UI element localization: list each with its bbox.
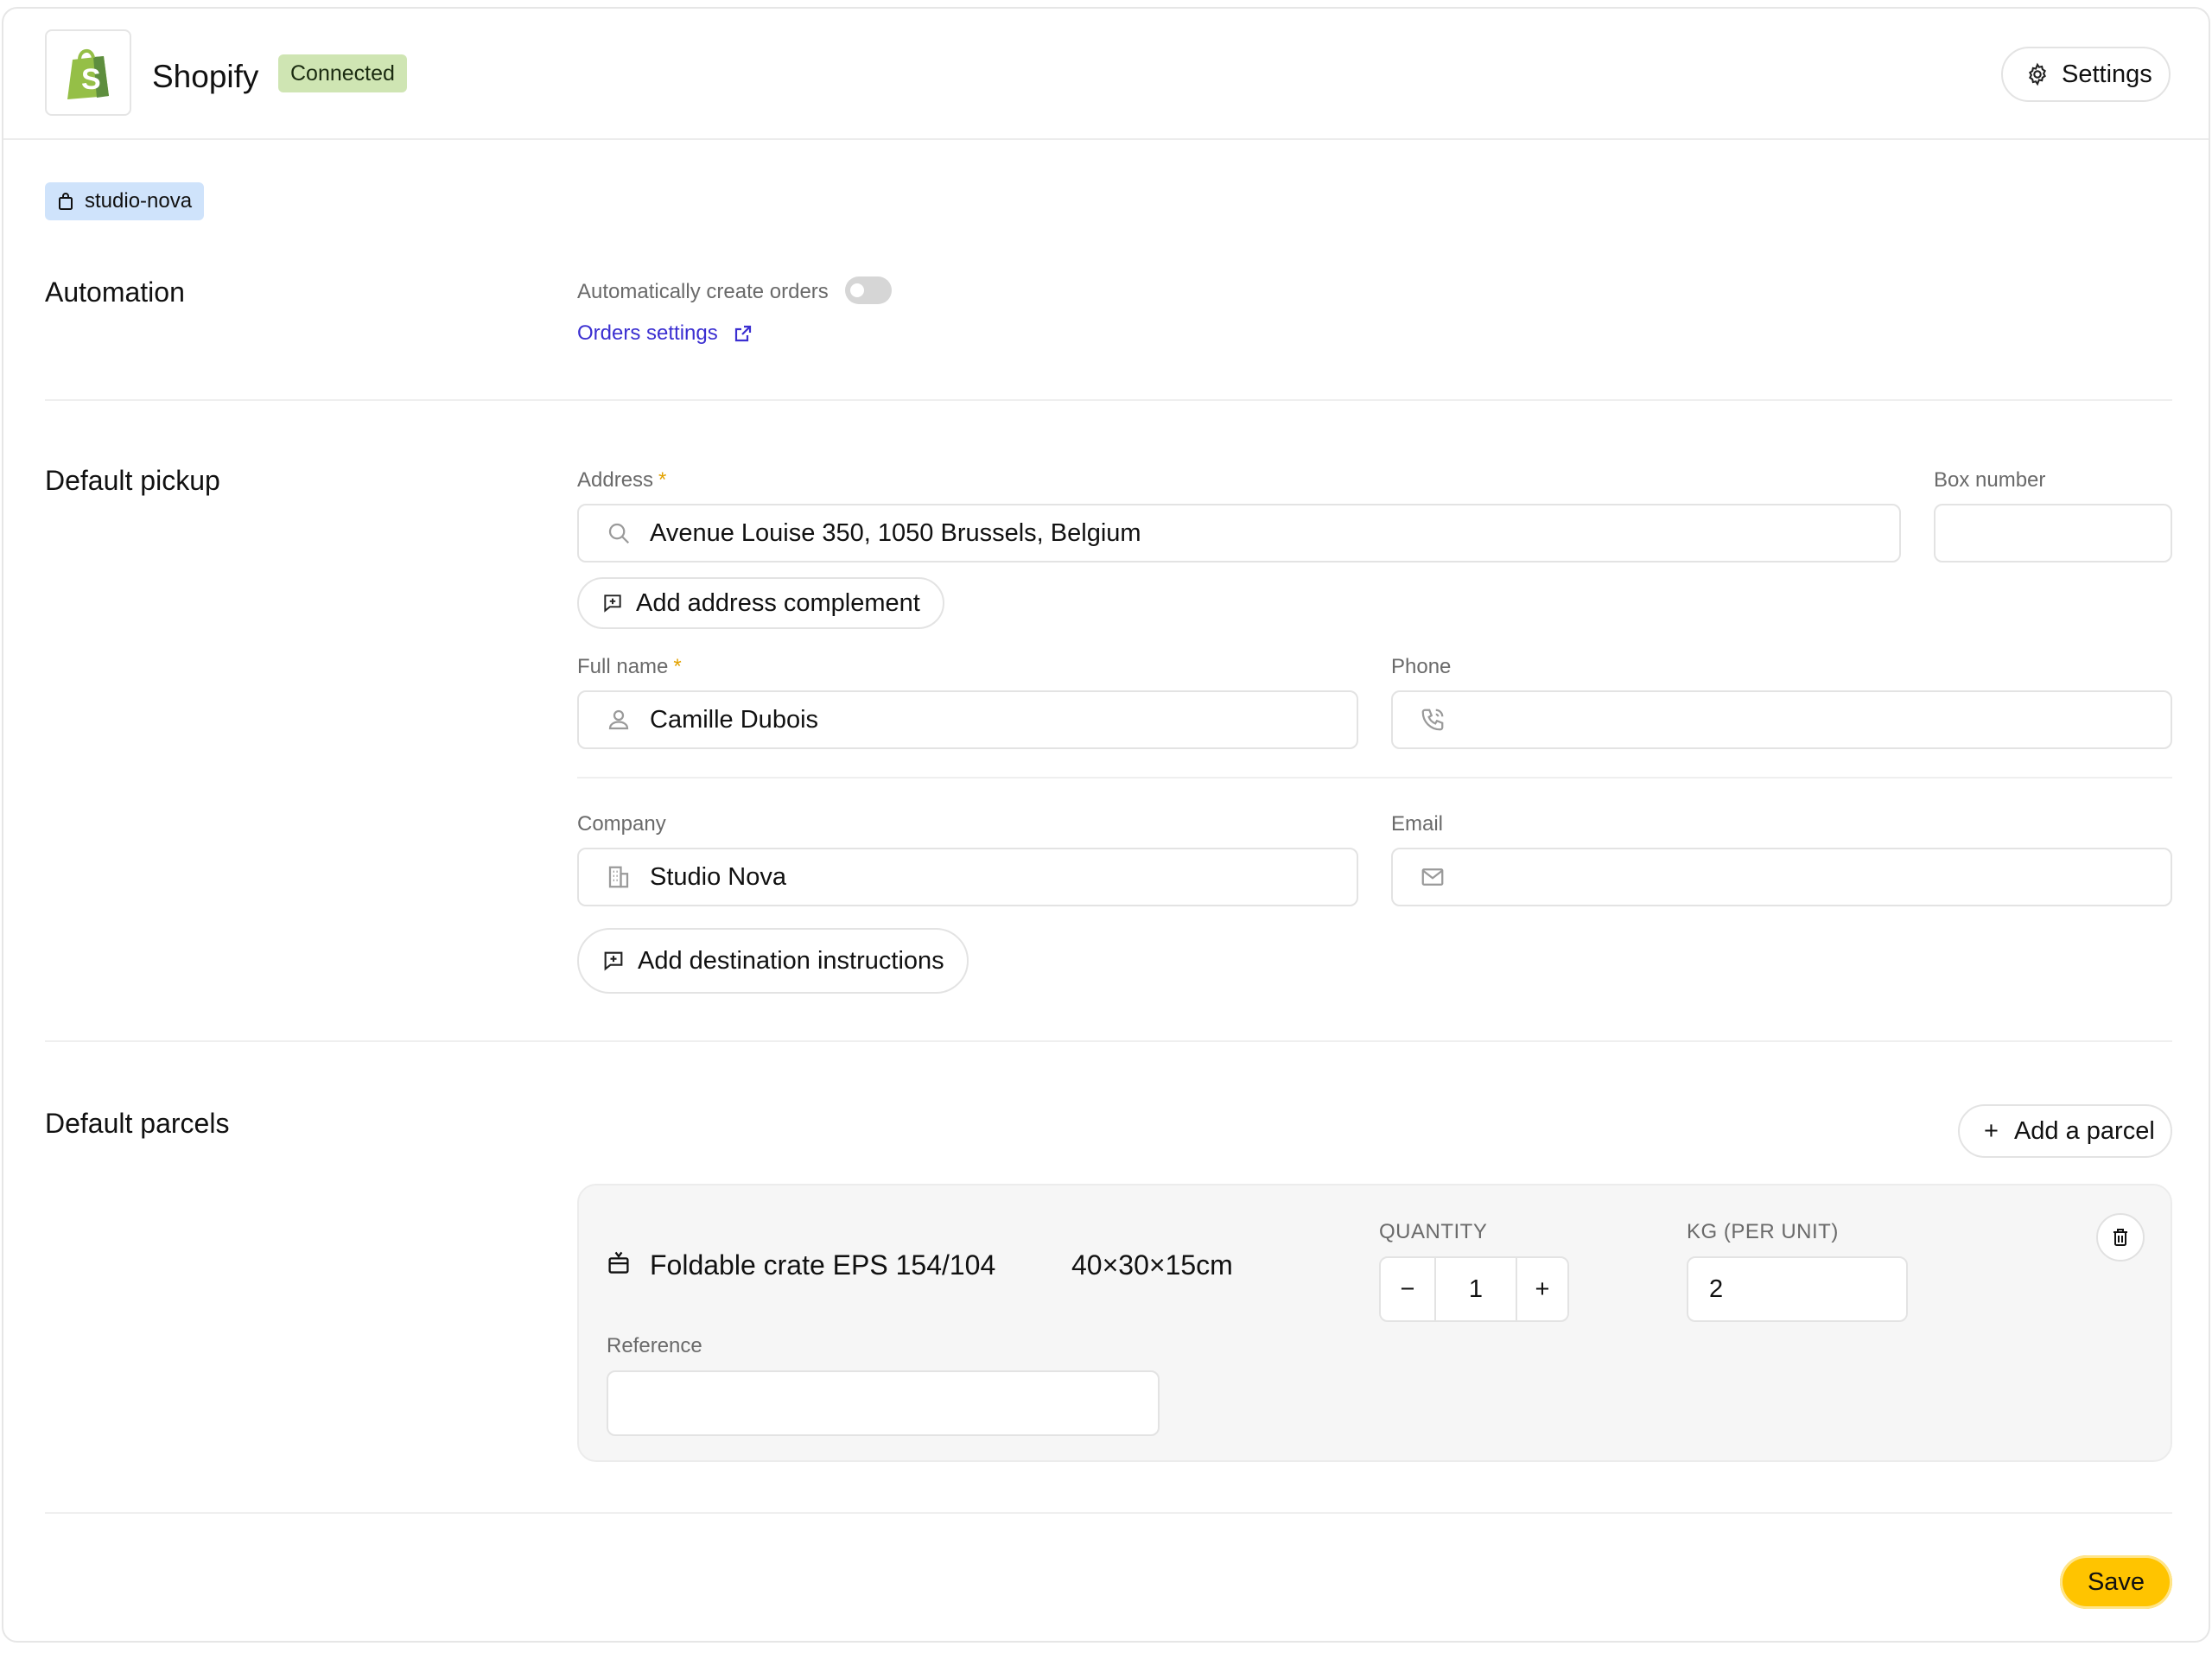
company-input[interactable]: Studio Nova bbox=[577, 848, 1358, 906]
app-name: Shopify bbox=[152, 59, 259, 94]
store-tag: studio-nova bbox=[45, 182, 205, 220]
address-label: Address * bbox=[577, 468, 666, 493]
plus-icon: + bbox=[1984, 1116, 1999, 1145]
shopify-bag-icon: S bbox=[67, 49, 109, 99]
section-divider bbox=[45, 1512, 2172, 1514]
increment-button[interactable]: + bbox=[1517, 1258, 1567, 1320]
automation-title: Automation bbox=[45, 276, 185, 308]
box-icon bbox=[608, 1251, 629, 1274]
box-number-label: Box number bbox=[1934, 468, 2046, 492]
add-parcel-button[interactable]: + Add a parcel bbox=[1958, 1104, 2172, 1158]
building-icon bbox=[601, 864, 636, 890]
settings-label: Settings bbox=[2062, 60, 2152, 88]
phone-input[interactable] bbox=[1391, 690, 2172, 749]
parcel-name: Foldable crate EPS 154/104 bbox=[650, 1249, 996, 1281]
section-divider bbox=[45, 1040, 2172, 1042]
status-badge: Connected bbox=[278, 54, 407, 92]
phone-icon bbox=[1415, 707, 1450, 733]
full-name-label-text: Full name bbox=[577, 655, 669, 678]
parcel-dimensions: 40×30×15cm bbox=[1071, 1249, 1233, 1281]
section-divider bbox=[45, 399, 2172, 401]
add-destination-instructions-button[interactable]: Add destination instructions bbox=[577, 928, 969, 994]
external-link-icon bbox=[734, 325, 751, 342]
orders-settings-label: Orders settings bbox=[577, 321, 718, 345]
address-input[interactable]: Avenue Louise 350, 1050 Brussels, Belgiu… bbox=[577, 504, 1901, 563]
full-name-input[interactable]: Camille Dubois bbox=[577, 690, 1358, 749]
full-name-value: Camille Dubois bbox=[650, 705, 819, 734]
default-pickup-title: Default pickup bbox=[45, 465, 220, 496]
bag-icon bbox=[59, 193, 73, 210]
user-icon bbox=[601, 707, 636, 733]
save-button[interactable]: Save bbox=[2060, 1555, 2172, 1609]
address-label-text: Address bbox=[577, 468, 654, 492]
kg-per-unit-input[interactable]: 2 bbox=[1687, 1256, 1908, 1322]
add-destination-instructions-label: Add destination instructions bbox=[638, 946, 944, 975]
full-name-label: Full name * bbox=[577, 655, 682, 679]
decrement-button[interactable]: − bbox=[1381, 1258, 1434, 1320]
header-divider bbox=[3, 138, 2209, 140]
toggle-knob bbox=[850, 283, 864, 297]
company-value: Studio Nova bbox=[650, 862, 786, 891]
reference-input[interactable] bbox=[607, 1370, 1160, 1436]
add-comment-icon bbox=[604, 951, 623, 971]
svg-text:S: S bbox=[81, 63, 101, 96]
parcel-card: Foldable crate EPS 154/104 40×30×15cm QU… bbox=[577, 1184, 2172, 1462]
page: S Shopify Connected Settings studio-nova… bbox=[0, 0, 2212, 1678]
kg-per-unit-value: 2 bbox=[1709, 1274, 1724, 1303]
box-number-input[interactable] bbox=[1934, 504, 2172, 563]
integration-card: S Shopify Connected Settings studio-nova… bbox=[2, 7, 2210, 1643]
reference-label: Reference bbox=[607, 1334, 702, 1357]
search-icon bbox=[601, 520, 636, 546]
contact-divider bbox=[577, 777, 2172, 779]
email-input[interactable] bbox=[1391, 848, 2172, 906]
required-mark: * bbox=[658, 468, 667, 492]
address-value: Avenue Louise 350, 1050 Brussels, Belgiu… bbox=[650, 518, 1141, 547]
trash-icon bbox=[2113, 1229, 2127, 1246]
add-comment-icon bbox=[604, 594, 621, 613]
email-label: Email bbox=[1391, 812, 1444, 836]
store-tag-label: studio-nova bbox=[85, 189, 193, 213]
gear-icon bbox=[2029, 62, 2046, 86]
delete-parcel-button[interactable] bbox=[2096, 1213, 2145, 1262]
settings-button[interactable]: Settings bbox=[2001, 47, 2171, 102]
kg-per-unit-label: KG (PER UNIT) bbox=[1687, 1220, 1839, 1243]
orders-settings-link[interactable]: Orders settings bbox=[577, 321, 753, 346]
required-mark: * bbox=[673, 655, 682, 678]
quantity-label: QUANTITY bbox=[1379, 1220, 1488, 1243]
shopify-logo: S bbox=[45, 29, 131, 116]
add-address-complement-button[interactable]: Add address complement bbox=[577, 577, 944, 629]
company-label: Company bbox=[577, 812, 666, 836]
quantity-value[interactable]: 1 bbox=[1434, 1258, 1517, 1320]
add-address-complement-label: Add address complement bbox=[636, 588, 920, 617]
add-parcel-label: Add a parcel bbox=[2013, 1116, 2155, 1145]
auto-create-orders-label: Automatically create orders bbox=[577, 280, 829, 303]
default-parcels-title: Default parcels bbox=[45, 1108, 230, 1139]
auto-create-orders-toggle[interactable] bbox=[845, 276, 892, 304]
mail-icon bbox=[1415, 864, 1450, 890]
quantity-stepper[interactable]: − 1 + bbox=[1379, 1256, 1569, 1322]
phone-label: Phone bbox=[1391, 655, 1452, 678]
